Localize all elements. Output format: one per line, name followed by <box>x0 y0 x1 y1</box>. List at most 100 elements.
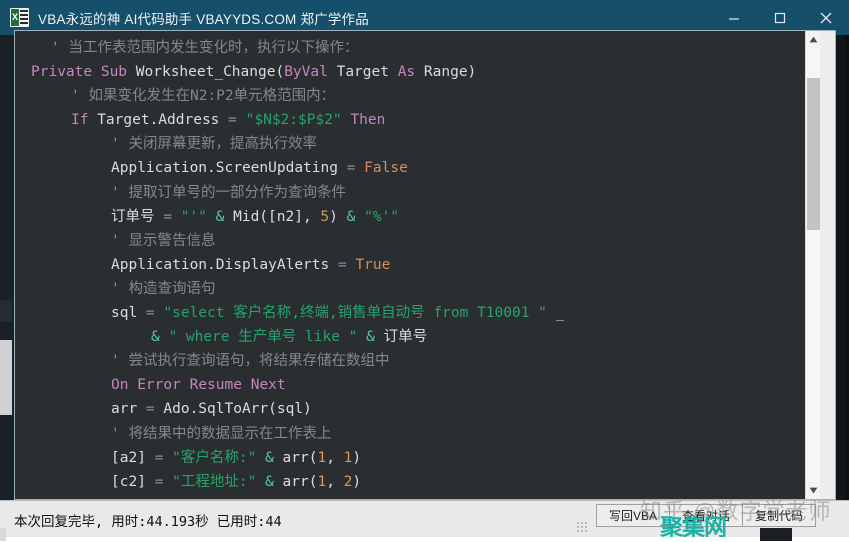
code-token: ' 提取订单号的一部分作为查询条件 <box>111 184 346 201</box>
editor-vertical-scrollbar[interactable] <box>805 31 820 499</box>
background-window-left-accent <box>0 300 12 322</box>
code-token: & <box>265 473 274 490</box>
code-line: Application.DisplayAlerts = True <box>15 253 805 277</box>
code-token: Application.DisplayAlerts <box>111 256 338 273</box>
code-token: ) <box>329 208 347 225</box>
code-token: 订单号 <box>374 329 428 346</box>
background-window-left <box>0 30 14 500</box>
code-token: [c2] <box>111 473 155 490</box>
code-token: "'" <box>180 208 207 225</box>
write-back-vba-button[interactable]: 写回VBA <box>596 504 670 527</box>
code-line: Application.ScreenUpdating = False <box>15 156 805 180</box>
code-token: 订单号 <box>111 208 164 225</box>
background-window-left-panel <box>0 340 12 415</box>
code-token: Target <box>327 64 398 81</box>
code-content[interactable]: ' 当工作表范围内发生变化时，执行以下操作： Private Sub Worksh… <box>15 31 805 499</box>
bottom-strip <box>0 537 849 541</box>
code-token: Private <box>31 64 93 81</box>
code-token: Resume <box>189 377 242 394</box>
code-line: sql = "select 客户名称,终端,销售单自动号 from T10001… <box>15 301 805 325</box>
code-line: ' 提取订单号的一部分作为查询条件 <box>15 181 805 205</box>
code-token: Range) <box>415 64 477 81</box>
code-line: On Error Resume Next <box>15 373 805 397</box>
bottom-taskbar-fragment <box>760 528 792 541</box>
code-token: ) <box>352 473 362 490</box>
code-token: & <box>265 449 274 466</box>
code-line: ' 显示警告信息 <box>15 229 805 253</box>
code-token: 1 <box>317 449 327 466</box>
code-token: 1 <box>317 473 327 490</box>
code-token: arr( <box>273 449 318 466</box>
code-token: True <box>355 256 391 273</box>
screen-root: X VBA永远的神 AI代码助手 VBAYYDS.COM 郑广学作品 ' 当工作… <box>0 0 849 541</box>
copy-code-button[interactable]: 复制代码 <box>742 504 816 527</box>
view-conversation-button[interactable]: 查看对话 <box>669 504 743 527</box>
code-line: If Target.Address = "$N$2:$P$2" Then <box>15 108 805 132</box>
code-token: ' 构造查询语句 <box>111 280 216 297</box>
code-token: " where 生产单号 like " <box>168 329 358 346</box>
code-token: = <box>145 305 155 322</box>
code-line: arr = Ado.SqlToArr(sql) <box>15 397 805 421</box>
code-token: Application.ScreenUpdating <box>111 160 347 177</box>
code-token: False <box>364 160 408 177</box>
code-line: ' 如果变化发生在N2:P2单元格范围内： <box>15 84 805 108</box>
code-editor[interactable]: ' 当工作表范围内发生变化时，执行以下操作： Private Sub Worksh… <box>15 31 820 499</box>
code-token: [a2] <box>111 449 155 466</box>
code-line: Private Sub Worksheet_Change(ByVal Targe… <box>15 60 805 84</box>
code-token: Worksheet_Change <box>135 64 276 81</box>
scrollbar-track[interactable] <box>806 48 820 482</box>
code-line: 订单号 = "'" & Mid([n2], 5) & "%'" <box>15 205 805 229</box>
code-token: Target.Address <box>88 112 229 129</box>
code-token: Sub <box>100 64 128 81</box>
code-token: arr <box>111 401 146 418</box>
code-line: [a2] = "客户名称:" & arr(1, 1) <box>15 446 805 470</box>
code-line: ' 当工作表范围内发生变化时，执行以下操作： <box>15 36 805 60</box>
scroll-down-arrow-icon[interactable] <box>806 482 820 499</box>
code-token: ) <box>352 449 362 466</box>
code-token: ' 将结果中的数据显示在工作表上 <box>111 425 332 442</box>
code-token: If <box>71 112 89 129</box>
scrollbar-thumb[interactable] <box>807 78 820 230</box>
status-message: 本次回复完毕, 用时:44.193秒 已用时:44 <box>14 514 282 530</box>
code-token: As <box>397 64 416 81</box>
excel-icon: X <box>10 8 29 27</box>
code-token: = <box>337 256 347 273</box>
code-line: [c2] = "工程地址:" & arr(1, 2) <box>15 470 805 494</box>
code-token: Mid([n2], <box>224 208 321 225</box>
code-token: ' 当工作表范围内发生变化时，执行以下操作： <box>51 40 359 56</box>
code-token: & <box>366 329 375 346</box>
code-token: On <box>111 377 129 394</box>
code-line: ' 关闭屏幕更新，提高执行效率 <box>15 132 805 156</box>
bottom-left-fragment <box>0 528 6 541</box>
code-token: sql <box>111 305 146 322</box>
code-token: Next <box>250 377 286 394</box>
code-token: ByVal <box>284 64 328 81</box>
window-title: VBA永远的神 AI代码助手 VBAYYDS.COM 郑广学作品 <box>38 11 369 27</box>
code-token: , <box>326 449 344 466</box>
resize-grip[interactable] <box>576 521 588 533</box>
code-token: ' 如果变化发生在N2:P2单元格范围内： <box>71 88 336 105</box>
code-token: _ <box>546 305 565 322</box>
code-line: ' 构造查询语句 <box>15 277 805 301</box>
scroll-up-arrow-icon[interactable] <box>806 31 820 48</box>
code-token: "客户名称:" <box>172 449 257 466</box>
code-token: "$N$2:$P$2" <box>245 112 342 129</box>
code-token: Then <box>350 112 386 129</box>
code-token: 5 <box>320 208 330 225</box>
code-token: ' 显示警告信息 <box>111 232 216 249</box>
code-token: = <box>163 208 172 225</box>
code-token: arr( <box>273 473 318 490</box>
